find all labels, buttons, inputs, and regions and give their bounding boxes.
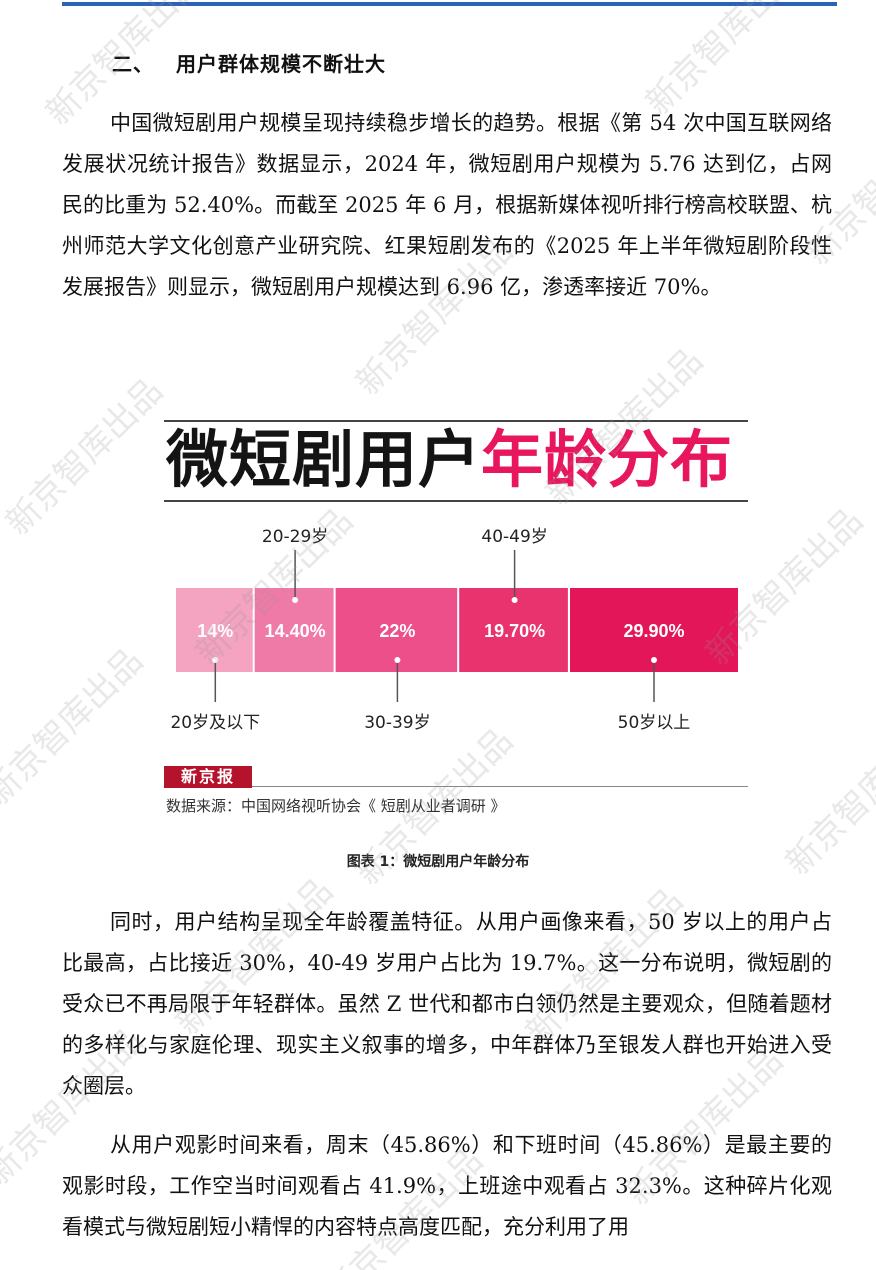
leader-dot (394, 657, 401, 663)
watermark-text: 新京智库出品 (0, 640, 151, 814)
watermark-text: 新京智库出品 (0, 370, 171, 544)
infographic-title: 微短剧用户年龄分布 (166, 422, 733, 498)
brand-rule (252, 786, 748, 787)
age-distribution-infographic: 微短剧用户年龄分布 14% 20岁及以下 14.40% 20-29岁 22% 30-39岁… (158, 420, 750, 820)
source-note: 数据来源：中国网络视听协会《 短剧从业者调研 》 (166, 797, 506, 815)
section-number: 二、 (112, 52, 154, 76)
infographic-title-red: 年龄分布 (481, 423, 734, 496)
section-title: 用户群体规模不断壮大 (176, 52, 386, 76)
bar-value-label: 29.90% (623, 621, 684, 641)
brand-badge: 新京报 (164, 766, 252, 788)
leader-dot (511, 597, 518, 603)
leader-dot (212, 657, 219, 663)
paragraph-user-structure: 同时，用户结构呈现全年龄覆盖特征。从用户画像来看，50 岁以上的用户占比最高，占… (62, 910, 832, 1098)
top-rule (62, 2, 837, 6)
leader-dot (292, 597, 299, 603)
paragraph-user-scale: 中国微短剧用户规模呈现持续稳步增长的趋势。根据《第 54 次中国互联网络发展状况… (62, 111, 832, 299)
infographic-title-black: 微短剧用户 (166, 423, 482, 496)
bar-value-label: 14% (197, 621, 233, 641)
bar-value-label: 19.70% (484, 621, 545, 641)
category-label: 50岁以上 (618, 713, 691, 733)
leader-dot (651, 657, 657, 663)
bar-value-label: 22% (379, 621, 415, 641)
bar-value-label: 14.40% (265, 621, 326, 641)
figure-caption: 图表 1：微短剧用户年龄分布 (346, 854, 530, 870)
category-label: 40-49岁 (481, 527, 547, 547)
infographic-title-rule (164, 500, 748, 502)
category-label: 30-39岁 (364, 713, 430, 733)
age-distribution-bar-chart: 14% 20岁及以下 14.40% 20-29岁 22% 30-39岁 19.70% 40-4… (170, 527, 738, 733)
section-heading: 二、 用户群体规模不断壮大 (112, 48, 386, 77)
paragraph-viewing-time: 从用户观影时间来看，周末（45.86%）和下班时间（45.86%）是最主要的观影… (62, 1133, 832, 1239)
category-label: 20-29岁 (262, 527, 328, 547)
category-label: 20岁及以下 (170, 713, 260, 733)
